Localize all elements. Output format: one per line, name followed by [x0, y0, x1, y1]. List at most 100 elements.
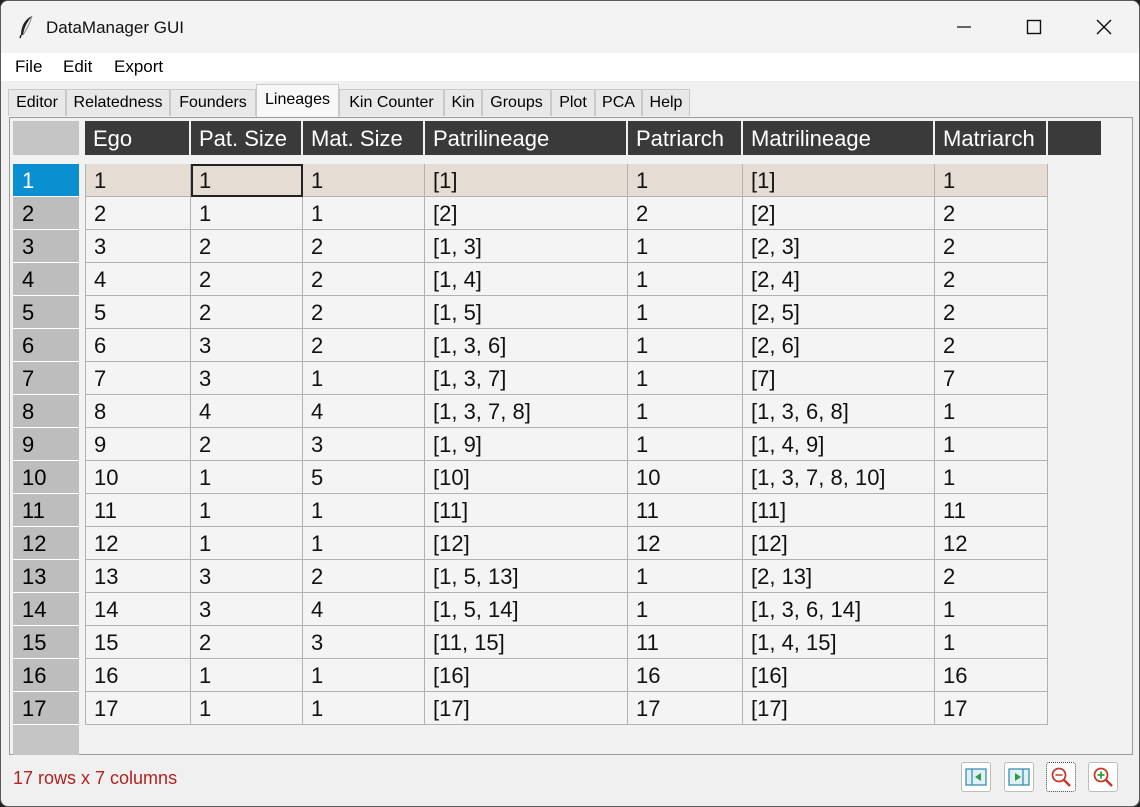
cell-patriarch[interactable]: 1 [628, 428, 743, 461]
cell-ego[interactable]: 9 [85, 428, 191, 461]
cell-pat-size[interactable]: 2 [191, 296, 303, 329]
cell-mat-size[interactable]: 3 [303, 428, 425, 461]
tab-relatedness[interactable]: Relatedness [66, 89, 170, 116]
cell-matriarch[interactable]: 1 [935, 461, 1048, 494]
tab-editor[interactable]: Editor [8, 89, 66, 116]
cell-pat-size[interactable]: 1 [191, 527, 303, 560]
cell-pat-size[interactable]: 2 [191, 626, 303, 659]
cell-mat-size[interactable]: 3 [303, 626, 425, 659]
cell-mat-size[interactable]: 2 [303, 560, 425, 593]
row-header[interactable]: 13 [13, 560, 79, 593]
cell-ego[interactable]: 16 [85, 659, 191, 692]
tab-plot[interactable]: Plot [551, 89, 595, 116]
cell-patriarch[interactable]: 11 [628, 494, 743, 527]
tab-help[interactable]: Help [642, 89, 690, 116]
cell-matriarch[interactable]: 1 [935, 428, 1048, 461]
cell-pat-size[interactable]: 2 [191, 230, 303, 263]
cell-matrilineage[interactable]: [1, 4, 9] [743, 428, 935, 461]
next-page-button[interactable] [1004, 762, 1034, 792]
cell-matrilineage[interactable]: [12] [743, 527, 935, 560]
cell-ego[interactable]: 12 [85, 527, 191, 560]
cell-pat-size[interactable]: 3 [191, 593, 303, 626]
cell-mat-size[interactable]: 1 [303, 527, 425, 560]
zoom-in-button[interactable] [1088, 762, 1118, 792]
cell-patrilineage[interactable]: [1] [425, 164, 628, 197]
cell-pat-size[interactable]: 3 [191, 329, 303, 362]
cell-ego[interactable]: 8 [85, 395, 191, 428]
cell-patrilineage[interactable]: [10] [425, 461, 628, 494]
cell-patriarch[interactable]: 1 [628, 329, 743, 362]
tab-groups[interactable]: Groups [482, 89, 551, 116]
cell-ego[interactable]: 7 [85, 362, 191, 395]
cell-pat-size[interactable]: 1 [191, 164, 303, 197]
cell-mat-size[interactable]: 4 [303, 395, 425, 428]
cell-matrilineage[interactable]: [2, 3] [743, 230, 935, 263]
cell-matrilineage[interactable]: [2, 5] [743, 296, 935, 329]
cell-patrilineage[interactable]: [1, 4] [425, 263, 628, 296]
maximize-button[interactable] [999, 1, 1069, 53]
row-header[interactable]: 4 [13, 263, 79, 296]
cell-patrilineage[interactable]: [1, 3, 6] [425, 329, 628, 362]
cell-matriarch[interactable]: 7 [935, 362, 1048, 395]
cell-ego[interactable]: 2 [85, 197, 191, 230]
cell-ego[interactable]: 1 [85, 164, 191, 197]
row-header[interactable]: 8 [13, 395, 79, 428]
cell-pat-size[interactable]: 2 [191, 263, 303, 296]
cell-matrilineage[interactable]: [1] [743, 164, 935, 197]
column-header-matrilineage[interactable]: Matrilineage [743, 121, 935, 155]
cell-ego[interactable]: 15 [85, 626, 191, 659]
cell-mat-size[interactable]: 2 [303, 329, 425, 362]
row-header[interactable]: 14 [13, 593, 79, 626]
cell-ego[interactable]: 6 [85, 329, 191, 362]
row-header[interactable]: 12 [13, 527, 79, 560]
cell-ego[interactable]: 11 [85, 494, 191, 527]
row-header[interactable]: 9 [13, 428, 79, 461]
cell-ego[interactable]: 10 [85, 461, 191, 494]
cell-patrilineage[interactable]: [1, 5] [425, 296, 628, 329]
cell-patriarch[interactable]: 1 [628, 593, 743, 626]
cell-pat-size[interactable]: 2 [191, 428, 303, 461]
zoom-out-button[interactable] [1046, 762, 1076, 792]
cell-matriarch[interactable]: 1 [935, 164, 1048, 197]
cell-patriarch[interactable]: 1 [628, 230, 743, 263]
cell-patriarch[interactable]: 16 [628, 659, 743, 692]
cell-patrilineage[interactable]: [1, 9] [425, 428, 628, 461]
cell-mat-size[interactable]: 5 [303, 461, 425, 494]
cell-patrilineage[interactable]: [16] [425, 659, 628, 692]
row-header[interactable]: 17 [13, 692, 79, 725]
row-header[interactable]: 3 [13, 230, 79, 263]
cell-patrilineage[interactable]: [17] [425, 692, 628, 725]
prev-page-button[interactable] [961, 762, 991, 792]
cell-pat-size[interactable]: 1 [191, 197, 303, 230]
column-header-mat-size[interactable]: Mat. Size [303, 121, 425, 155]
cell-matriarch[interactable]: 2 [935, 560, 1048, 593]
cell-matrilineage[interactable]: [2, 6] [743, 329, 935, 362]
cell-matriarch[interactable]: 2 [935, 296, 1048, 329]
cell-patrilineage[interactable]: [2] [425, 197, 628, 230]
cell-mat-size[interactable]: 1 [303, 197, 425, 230]
cell-matriarch[interactable]: 12 [935, 527, 1048, 560]
cell-patrilineage[interactable]: [12] [425, 527, 628, 560]
cell-matriarch[interactable]: 2 [935, 197, 1048, 230]
tab-founders[interactable]: Founders [170, 89, 256, 116]
cell-matrilineage[interactable]: [16] [743, 659, 935, 692]
column-header-ego[interactable]: Ego [85, 121, 191, 155]
cell-pat-size[interactable]: 3 [191, 362, 303, 395]
column-header-pat-size[interactable]: Pat. Size [191, 121, 303, 155]
cell-matrilineage[interactable]: [2, 13] [743, 560, 935, 593]
row-header[interactable]: 5 [13, 296, 79, 329]
cell-matrilineage[interactable]: [17] [743, 692, 935, 725]
cell-patriarch[interactable]: 1 [628, 263, 743, 296]
cell-matriarch[interactable]: 1 [935, 395, 1048, 428]
cell-pat-size[interactable]: 1 [191, 461, 303, 494]
cell-patrilineage[interactable]: [1, 3, 7, 8] [425, 395, 628, 428]
cell-matrilineage[interactable]: [2] [743, 197, 935, 230]
column-header-patriarch[interactable]: Patriarch [628, 121, 743, 155]
row-header[interactable]: 10 [13, 461, 79, 494]
tab-pca[interactable]: PCA [595, 89, 642, 116]
row-header[interactable]: 15 [13, 626, 79, 659]
cell-mat-size[interactable]: 4 [303, 593, 425, 626]
menu-export[interactable]: Export [114, 57, 163, 77]
cell-mat-size[interactable]: 1 [303, 659, 425, 692]
column-header-matriarch[interactable]: Matriarch [935, 121, 1048, 155]
